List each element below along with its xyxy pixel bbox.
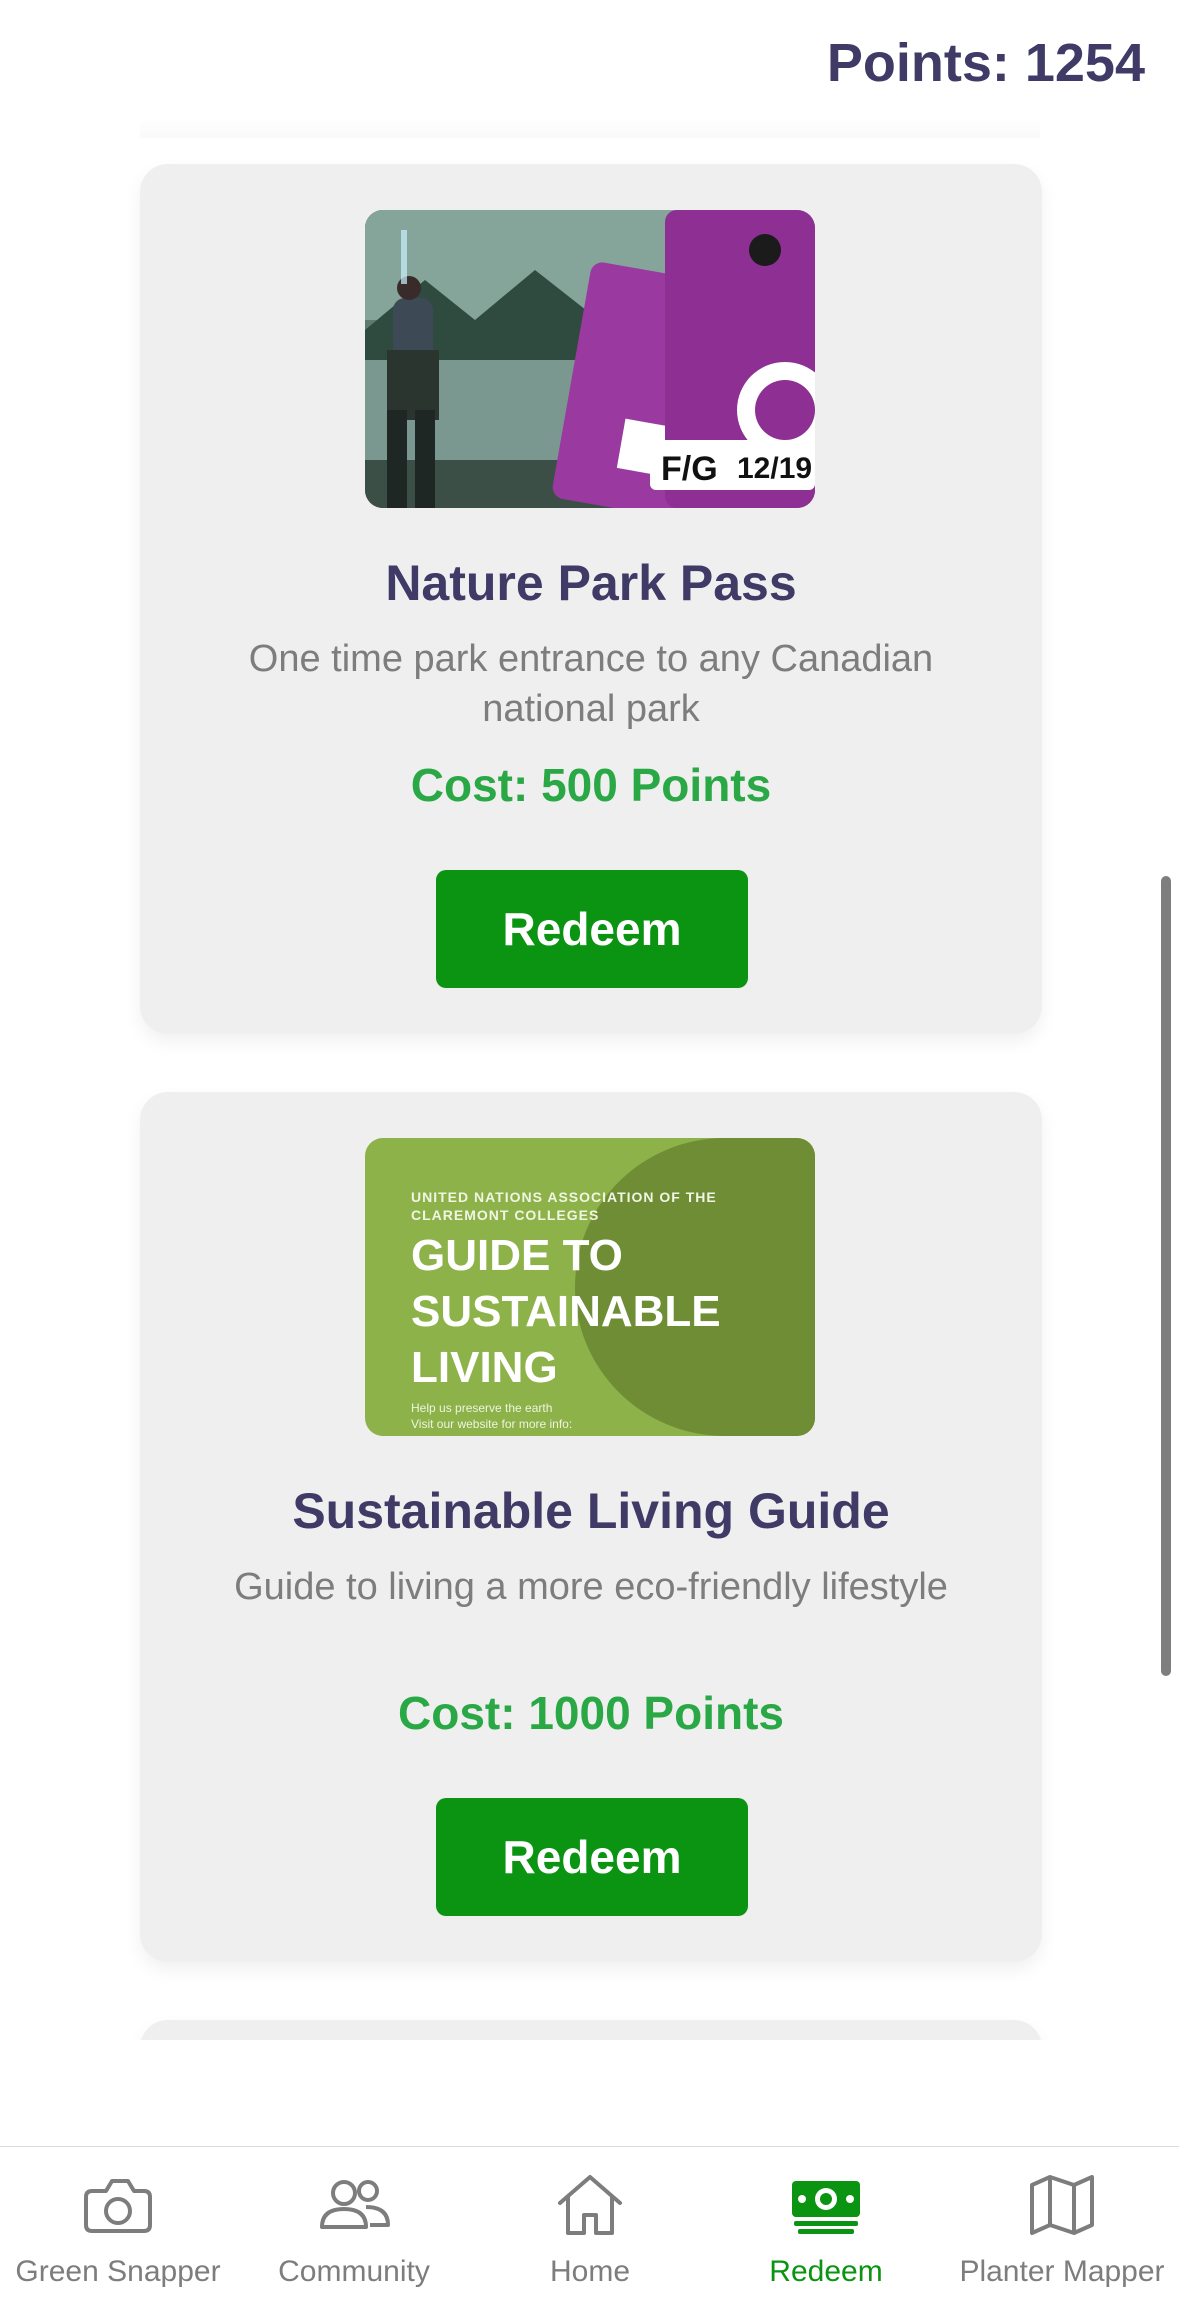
tab-home[interactable]: Home: [472, 2147, 708, 2314]
reward-title: Sustainable Living Guide: [292, 1483, 890, 1539]
redeem-button[interactable]: Redeem: [436, 1798, 748, 1916]
reward-cost: Cost: 500 Points: [410, 759, 772, 811]
header-divider: [140, 118, 1040, 138]
tab-bar: Green Snapper Community Home Redeem Plan…: [0, 2146, 1179, 2314]
scrollbar[interactable]: [1161, 876, 1171, 1676]
reward-title: Nature Park Pass: [385, 555, 797, 611]
tab-planter-mapper[interactable]: Planter Mapper: [944, 2147, 1179, 2314]
redeem-screen: Points: 1254 F/G 12/19 Nature Park Pass …: [0, 0, 1179, 2314]
reward-description: One time park entrance to any Canadian n…: [248, 638, 934, 730]
reward-card: UNITED NATIONS ASSOCIATION OF THE CLAREM…: [140, 1092, 1042, 1962]
reward-cost: Cost: 1000 Points: [398, 1687, 784, 1739]
redeem-button[interactable]: Redeem: [436, 870, 748, 988]
reward-card: [140, 2020, 1042, 2040]
image-footer-text: Help us preserve the earth Visit our web…: [411, 1401, 573, 1431]
tab-label: Home: [549, 2255, 631, 2288]
tab-label: Community: [278, 2255, 430, 2288]
pass-tag-left: F/G: [661, 450, 718, 488]
home-icon: [558, 2175, 622, 2235]
pass-tag-right: 12/19: [737, 452, 812, 485]
tab-label: Redeem: [769, 2255, 883, 2288]
points-balance: Points: 1254: [826, 33, 1145, 93]
tab-community[interactable]: Community: [236, 2147, 472, 2314]
tab-green-snapper[interactable]: Green Snapper: [0, 2147, 236, 2314]
map-icon: [1030, 2175, 1094, 2235]
tab-label: Green Snapper: [15, 2255, 221, 2288]
image-headline: GUIDE TO SUSTAINABLE LIVING: [411, 1231, 721, 1392]
tab-redeem[interactable]: Redeem: [708, 2147, 944, 2314]
rewards-list[interactable]: F/G 12/19 Nature Park Pass One time park…: [0, 140, 1179, 2040]
camera-icon: [84, 2179, 152, 2233]
reward-image: UNITED NATIONS ASSOCIATION OF THE CLAREM…: [365, 1138, 815, 1436]
tab-label: Planter Mapper: [959, 2255, 1165, 2288]
reward-image: F/G 12/19: [365, 210, 815, 508]
cash-icon: [792, 2181, 860, 2234]
reward-description: Guide to living a more eco-friendly life…: [234, 1566, 948, 1608]
people-icon: [320, 2180, 390, 2229]
reward-card: F/G 12/19 Nature Park Pass One time park…: [140, 164, 1042, 1034]
image-org-text: UNITED NATIONS ASSOCIATION OF THE CLAREM…: [411, 1189, 717, 1223]
